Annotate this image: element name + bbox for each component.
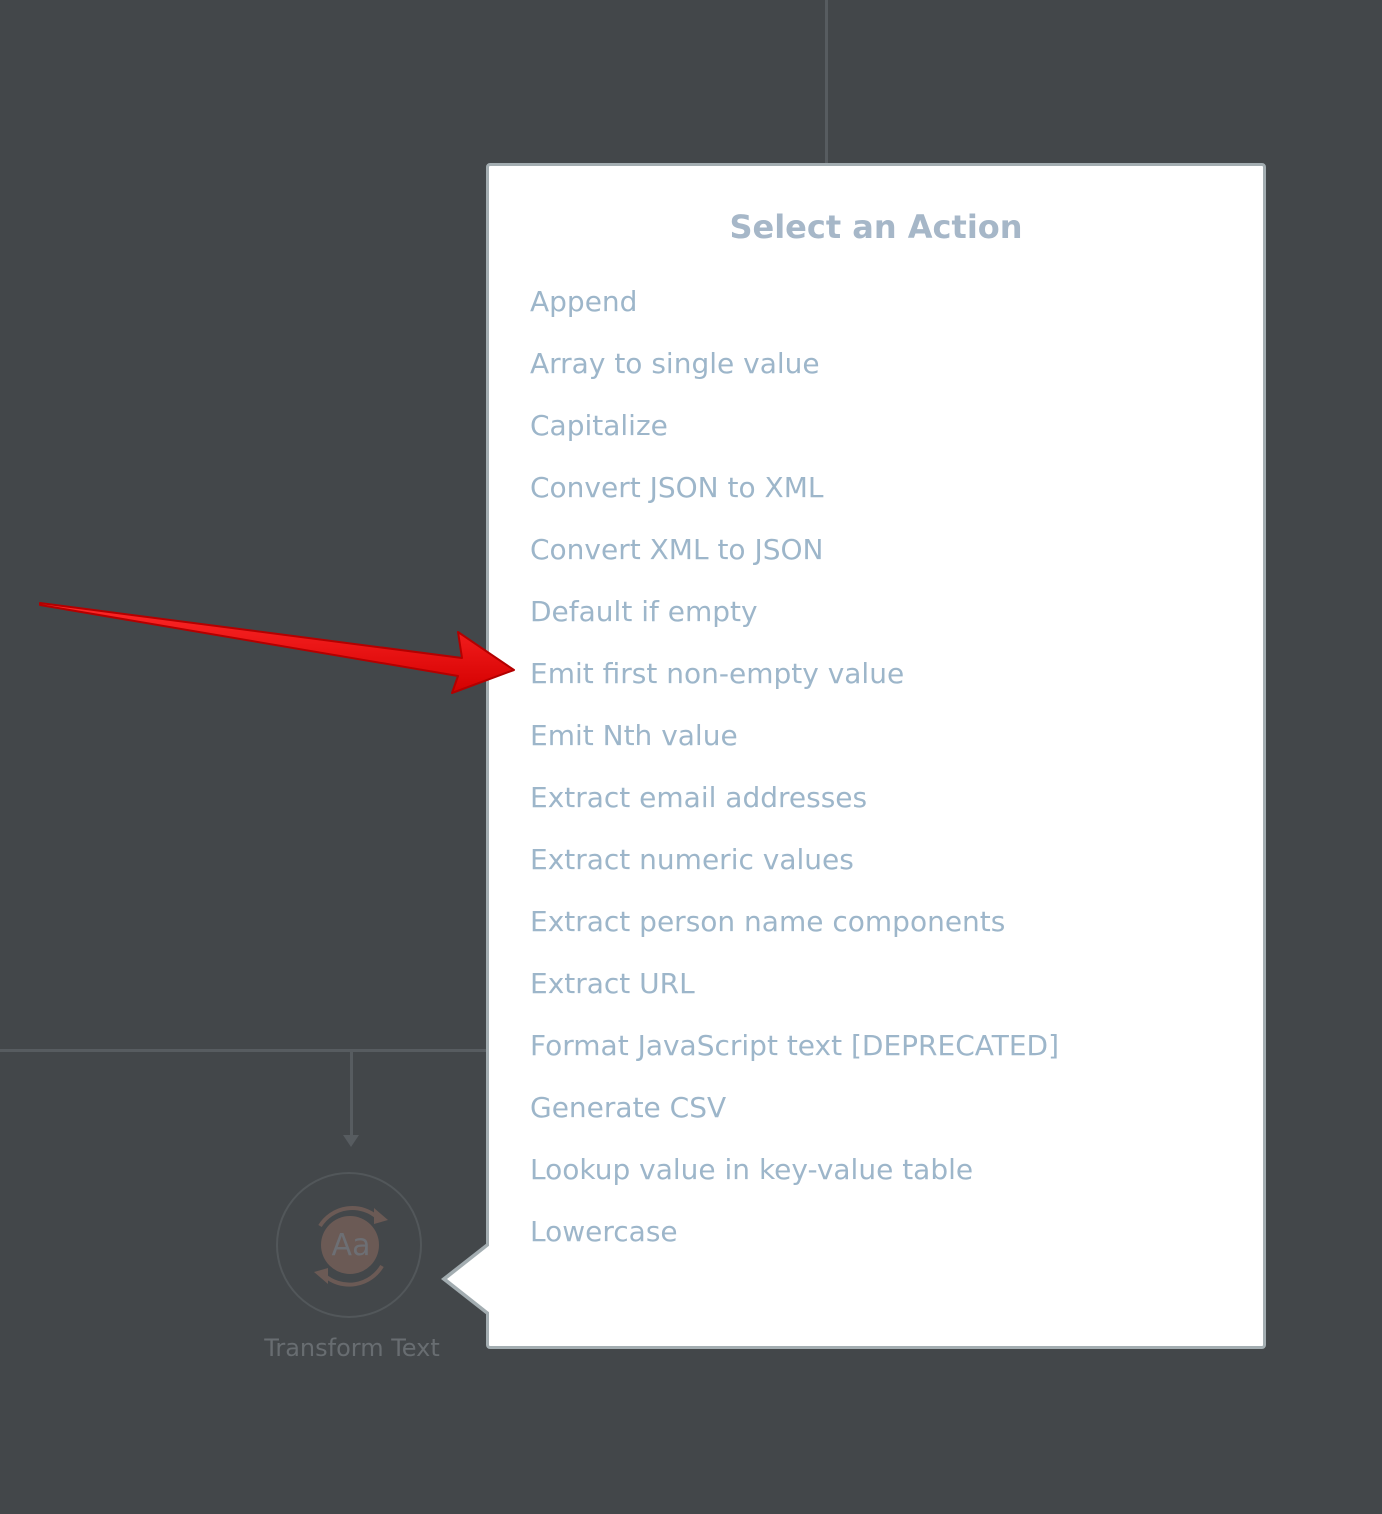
action-item[interactable]: Lowercase (530, 1210, 1059, 1272)
action-item[interactable]: Extract person name components (530, 900, 1059, 962)
action-item[interactable]: Array to single value (530, 342, 1059, 404)
connector-line-horizontal (0, 1049, 490, 1052)
popup-pointer (447, 1245, 490, 1313)
action-item[interactable]: Default if empty (530, 590, 1059, 652)
action-item[interactable]: Extract URL (530, 962, 1059, 1024)
action-item[interactable]: Capitalize (530, 404, 1059, 466)
action-item[interactable]: Generate CSV (530, 1086, 1059, 1148)
popup-title: Select an Action (729, 208, 1023, 246)
node-icon-text: Aa (331, 1228, 371, 1263)
action-item-emit-first-non-empty[interactable]: Emit first non-empty value (530, 652, 1059, 714)
select-action-popup: Select an Action Append Array to single … (486, 163, 1266, 1349)
action-item[interactable]: Emit Nth value (530, 714, 1059, 776)
connector-line-down (350, 1052, 353, 1136)
action-item[interactable]: Convert XML to JSON (530, 528, 1059, 590)
action-item[interactable]: Format JavaScript text [DEPRECATED] (530, 1024, 1059, 1086)
action-item[interactable]: Extract numeric values (530, 838, 1059, 900)
action-item[interactable]: Convert JSON to XML (530, 466, 1059, 528)
action-item[interactable]: Lookup value in key-value table (530, 1148, 1059, 1210)
action-item[interactable]: Extract email addresses (530, 776, 1059, 838)
connector-arrowhead (343, 1135, 359, 1147)
connector-line-top (825, 0, 828, 166)
action-item[interactable]: Append (530, 280, 1059, 342)
action-list: Append Array to single value Capitalize … (530, 280, 1059, 1272)
node-label[interactable]: Transform Text (230, 1334, 474, 1362)
